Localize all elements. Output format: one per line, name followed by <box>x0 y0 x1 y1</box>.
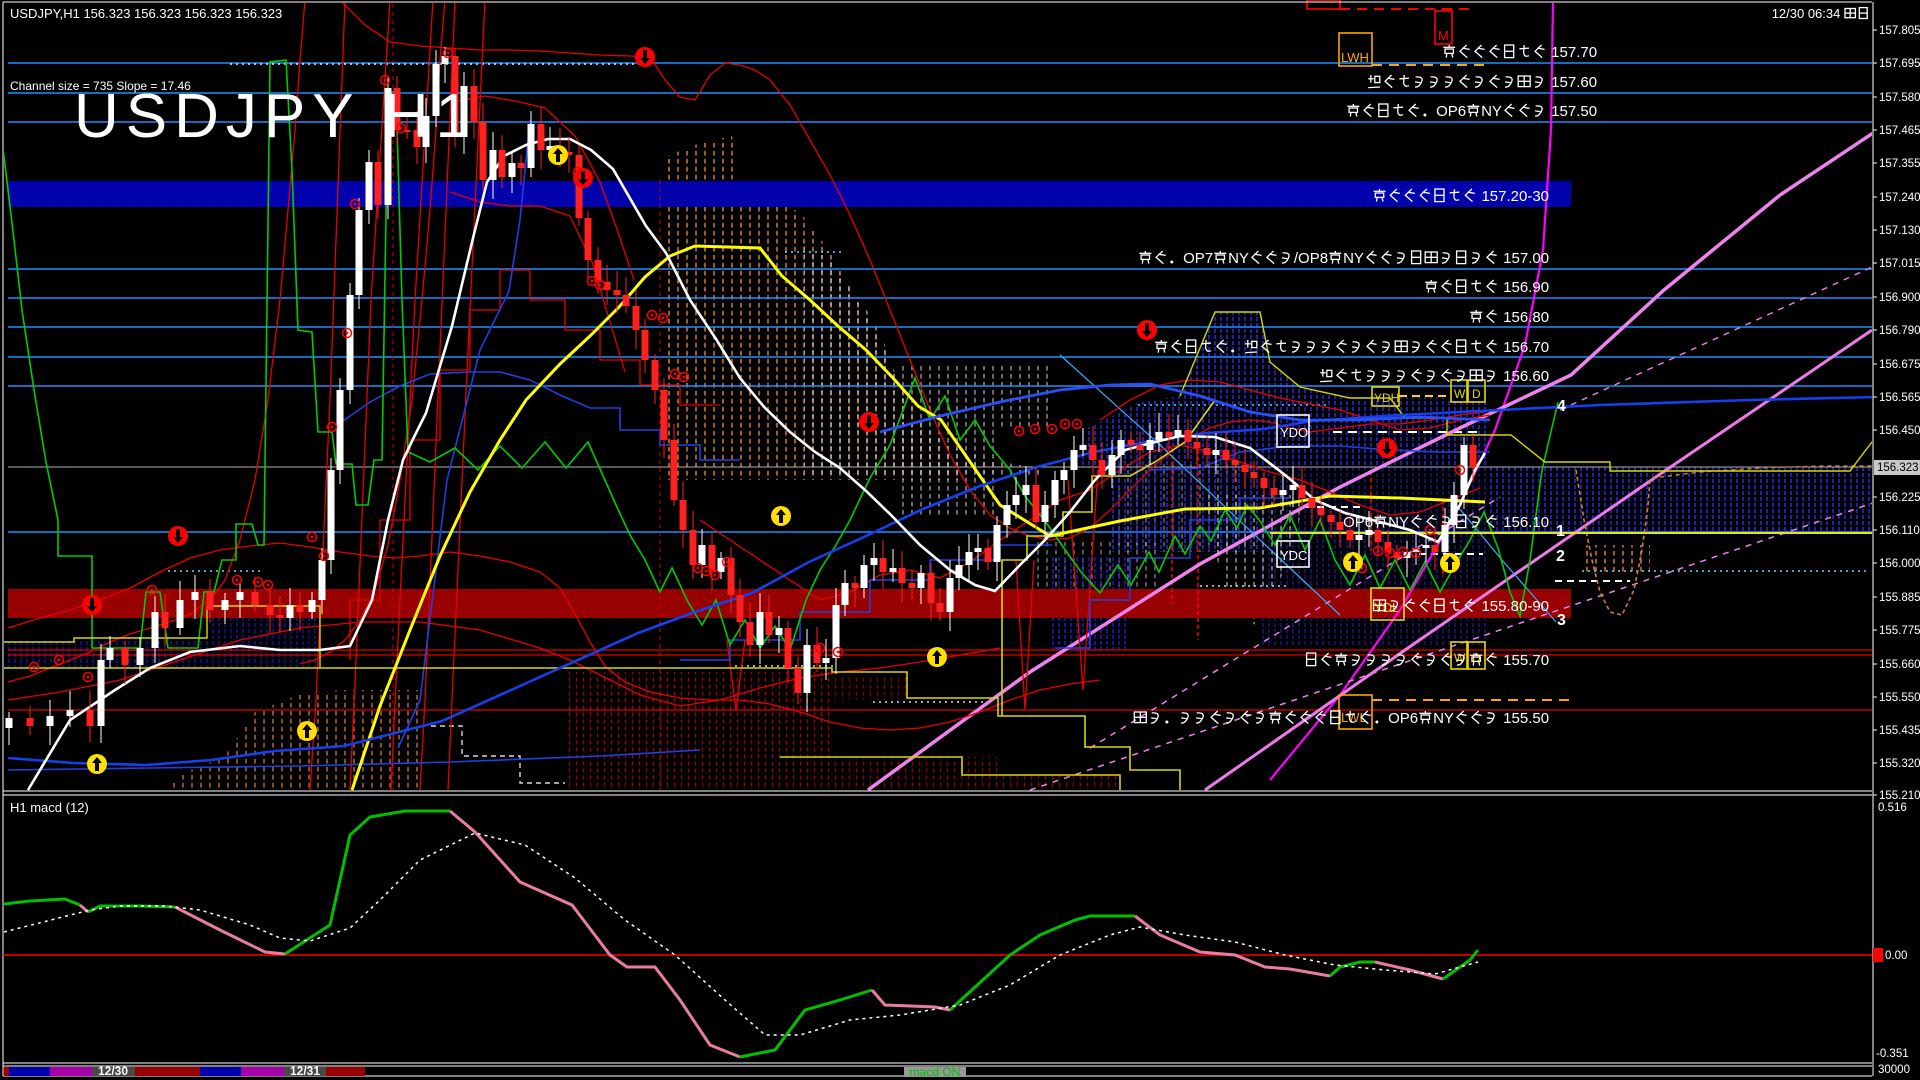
svg-text:157.465: 157.465 <box>1879 125 1920 137</box>
svg-text:M: M <box>1438 28 1449 43</box>
svg-text:NY: NY <box>1481 103 1502 120</box>
svg-text:156.675: 156.675 <box>1879 359 1920 371</box>
svg-text:YDO: YDO <box>1280 425 1308 440</box>
svg-text:157.60: 157.60 <box>1547 74 1597 91</box>
svg-text:YDC: YDC <box>1280 548 1307 563</box>
svg-text:155.775: 155.775 <box>1879 625 1920 637</box>
svg-text:Channel size = 735 Slope = 17.: Channel size = 735 Slope = 17.46 <box>10 79 191 93</box>
svg-text:/OP8: /OP8 <box>1294 250 1328 267</box>
svg-text:157.695: 157.695 <box>1879 58 1920 70</box>
svg-text:3: 3 <box>1557 612 1566 629</box>
svg-text:30000: 30000 <box>1878 1064 1910 1076</box>
svg-text:OP6: OP6 <box>1388 710 1418 727</box>
svg-text:155.70: 155.70 <box>1499 652 1549 669</box>
svg-text:157.805: 157.805 <box>1879 25 1920 37</box>
svg-text:0.00: 0.00 <box>1885 950 1907 962</box>
svg-text:macd ON: macd ON <box>910 1065 961 1079</box>
svg-text:YDH: YDH <box>1374 391 1399 405</box>
svg-text:157.20-30: 157.20-30 <box>1477 188 1549 205</box>
svg-text:156.323: 156.323 <box>1877 462 1919 474</box>
svg-text:156.60: 156.60 <box>1499 368 1549 385</box>
svg-text:156.565: 156.565 <box>1879 392 1920 404</box>
svg-text:12/31: 12/31 <box>290 1064 320 1078</box>
svg-text:OP6: OP6 <box>1436 103 1466 120</box>
svg-text:2: 2 <box>1556 548 1565 565</box>
svg-text:155.885: 155.885 <box>1879 592 1920 604</box>
svg-text:D: D <box>1472 387 1481 401</box>
svg-text:OP6: OP6 <box>1343 514 1373 531</box>
svg-text:W: W <box>1454 387 1466 401</box>
svg-text:155.80-90: 155.80-90 <box>1477 598 1549 615</box>
svg-text:157.355: 157.355 <box>1879 158 1920 170</box>
svg-text:OP7: OP7 <box>1183 250 1213 267</box>
svg-text:157.240: 157.240 <box>1879 192 1920 204</box>
svg-text:157.70: 157.70 <box>1547 44 1597 61</box>
svg-text:157.580: 157.580 <box>1879 92 1920 104</box>
svg-text:155.435: 155.435 <box>1879 725 1920 737</box>
svg-text:USDJPY,H1 156.323 156.323 156: USDJPY,H1 156.323 156.323 156.323 156.32… <box>10 6 282 21</box>
svg-text:157.130: 157.130 <box>1879 225 1920 237</box>
svg-text:156.000: 156.000 <box>1879 558 1920 570</box>
svg-text:-0.351: -0.351 <box>1876 1048 1909 1060</box>
svg-text:155.660: 155.660 <box>1879 659 1920 671</box>
svg-text:157.50: 157.50 <box>1547 103 1597 120</box>
svg-text:155.320: 155.320 <box>1879 758 1920 770</box>
svg-text:156.225: 156.225 <box>1879 492 1920 504</box>
svg-text:12/30 06:34: 12/30 06:34 <box>1772 6 1844 21</box>
svg-text:NY: NY <box>1343 250 1364 267</box>
svg-text:156.450: 156.450 <box>1879 425 1920 437</box>
svg-text:1: 1 <box>1556 523 1565 540</box>
svg-text:12/30: 12/30 <box>98 1064 128 1078</box>
svg-text:156.10: 156.10 <box>1499 514 1549 531</box>
svg-text:0.516: 0.516 <box>1878 802 1907 814</box>
svg-text:156.790: 156.790 <box>1879 325 1920 337</box>
svg-text:157.00: 157.00 <box>1499 250 1549 267</box>
svg-text:156.80: 156.80 <box>1499 309 1549 326</box>
svg-text:4: 4 <box>1557 398 1566 415</box>
svg-text:155.50: 155.50 <box>1499 710 1549 727</box>
svg-text:157.015: 157.015 <box>1879 258 1920 270</box>
svg-text:155.210: 155.210 <box>1879 790 1920 802</box>
svg-text:NY: NY <box>1388 514 1409 531</box>
svg-text:156.90: 156.90 <box>1499 279 1549 296</box>
svg-text:H1 macd (12): H1 macd (12) <box>10 800 89 815</box>
svg-text:156.70: 156.70 <box>1499 339 1549 356</box>
svg-text:156.900: 156.900 <box>1879 292 1920 304</box>
svg-text:156.110: 156.110 <box>1879 525 1920 537</box>
svg-text:NY: NY <box>1228 250 1249 267</box>
svg-text:NY: NY <box>1433 710 1454 727</box>
svg-text:LWH: LWH <box>1341 50 1369 65</box>
svg-text:155.550: 155.550 <box>1879 692 1920 704</box>
